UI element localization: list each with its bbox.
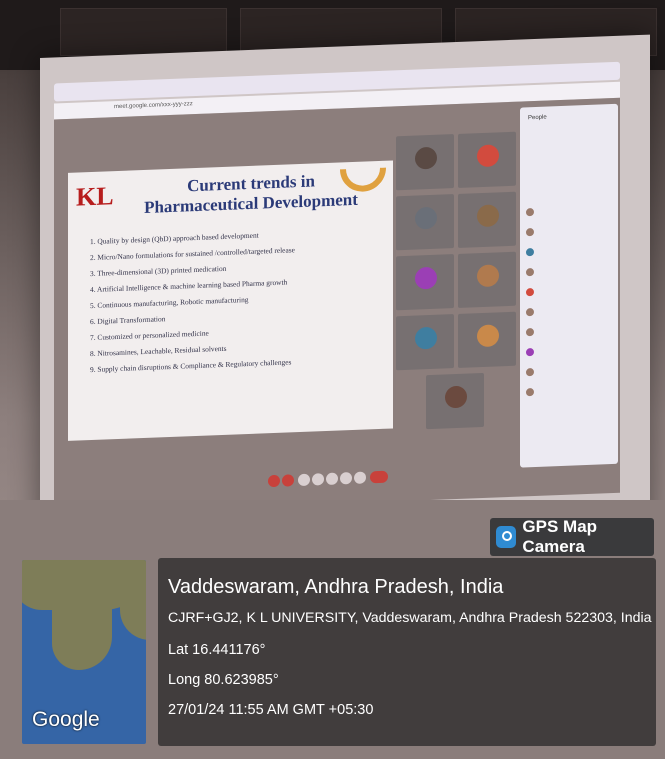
people-list-item[interactable] [526,202,612,219]
leave-call-button[interactable] [370,470,388,484]
person-avatar [526,308,534,317]
person-avatar [526,368,534,377]
participant-avatar [415,266,437,290]
camera-button[interactable] [282,474,294,487]
participant-avatar [415,206,437,230]
person-avatar [526,388,534,397]
people-panel: People [520,103,618,468]
more-options-button[interactable] [354,471,366,484]
map-credit: Google [32,708,100,731]
person-avatar [526,288,534,297]
gps-camera-label: GPS Map Camera [522,517,598,556]
hand-button[interactable] [340,472,352,485]
participant-tile[interactable] [396,254,454,311]
people-list-item[interactable] [526,362,612,379]
participant-tile[interactable] [396,314,454,371]
slide-logo: KL [76,181,114,212]
person-avatar [526,268,534,277]
slide-title: Current trends in Pharmaceutical Develop… [144,171,358,218]
person-avatar [526,328,534,337]
participant-avatar [445,385,467,409]
people-list-item[interactable] [526,382,612,399]
location-latitude: Lat 16.441176° [168,642,266,658]
location-longitude: Long 80.623985° [168,672,279,688]
participant-tile[interactable] [396,194,454,251]
person-avatar [526,208,534,217]
participant-avatar [477,324,499,348]
location-datetime: 27/01/24 11:55 AM GMT +05:30 [168,702,374,718]
map-landmass [120,580,146,640]
people-list-item[interactable] [526,322,612,339]
participant-avatar [477,204,499,228]
reactions-button[interactable] [312,473,324,486]
person-avatar [526,348,534,357]
people-list-item[interactable] [526,222,612,239]
participant-tile[interactable] [458,191,516,248]
projector-screen: meet.google.com/xxx-yyy-zzz KL Current t… [40,34,650,578]
mic-button[interactable] [268,474,280,488]
location-map-thumbnail: Google [22,560,146,744]
participant-tile[interactable] [426,372,484,430]
presentation-slide: KL Current trends in Pharmaceutical Deve… [68,136,396,441]
participant-avatar [415,326,437,350]
people-list-item[interactable] [526,282,612,299]
map-landmass [52,600,112,670]
person-avatar [526,228,534,237]
people-list-item[interactable] [526,242,612,259]
address-text: meet.google.com/xxx-yyy-zzz [114,101,193,111]
participant-tile[interactable] [396,134,454,191]
ceiling-panel [60,8,227,56]
participant-tile[interactable] [458,131,516,188]
people-list-item[interactable] [526,262,612,279]
location-address: CJRF+GJ2, K L UNIVERSITY, Vaddeswaram, A… [168,610,652,626]
participant-avatar [477,264,499,288]
captions-button[interactable] [298,473,310,487]
participant-tile[interactable] [458,251,516,308]
people-panel-title: People [528,114,547,122]
gps-camera-badge: GPS Map Camera [490,517,654,556]
slide-bullet-list: 1. Quality by design (QbD) approach base… [90,223,385,378]
location-place: Vaddeswaram, Andhra Pradesh, India [168,576,504,598]
person-avatar [526,248,534,257]
people-list-item[interactable] [526,302,612,319]
present-button[interactable] [326,472,338,486]
participant-avatar [415,146,437,170]
participant-avatar [477,144,499,168]
people-list-item[interactable] [526,342,612,359]
gps-info-panel: Vaddeswaram, Andhra Pradesh, India CJRF+… [158,558,656,746]
gps-camera-icon [496,526,517,548]
participant-tile[interactable] [458,311,516,368]
